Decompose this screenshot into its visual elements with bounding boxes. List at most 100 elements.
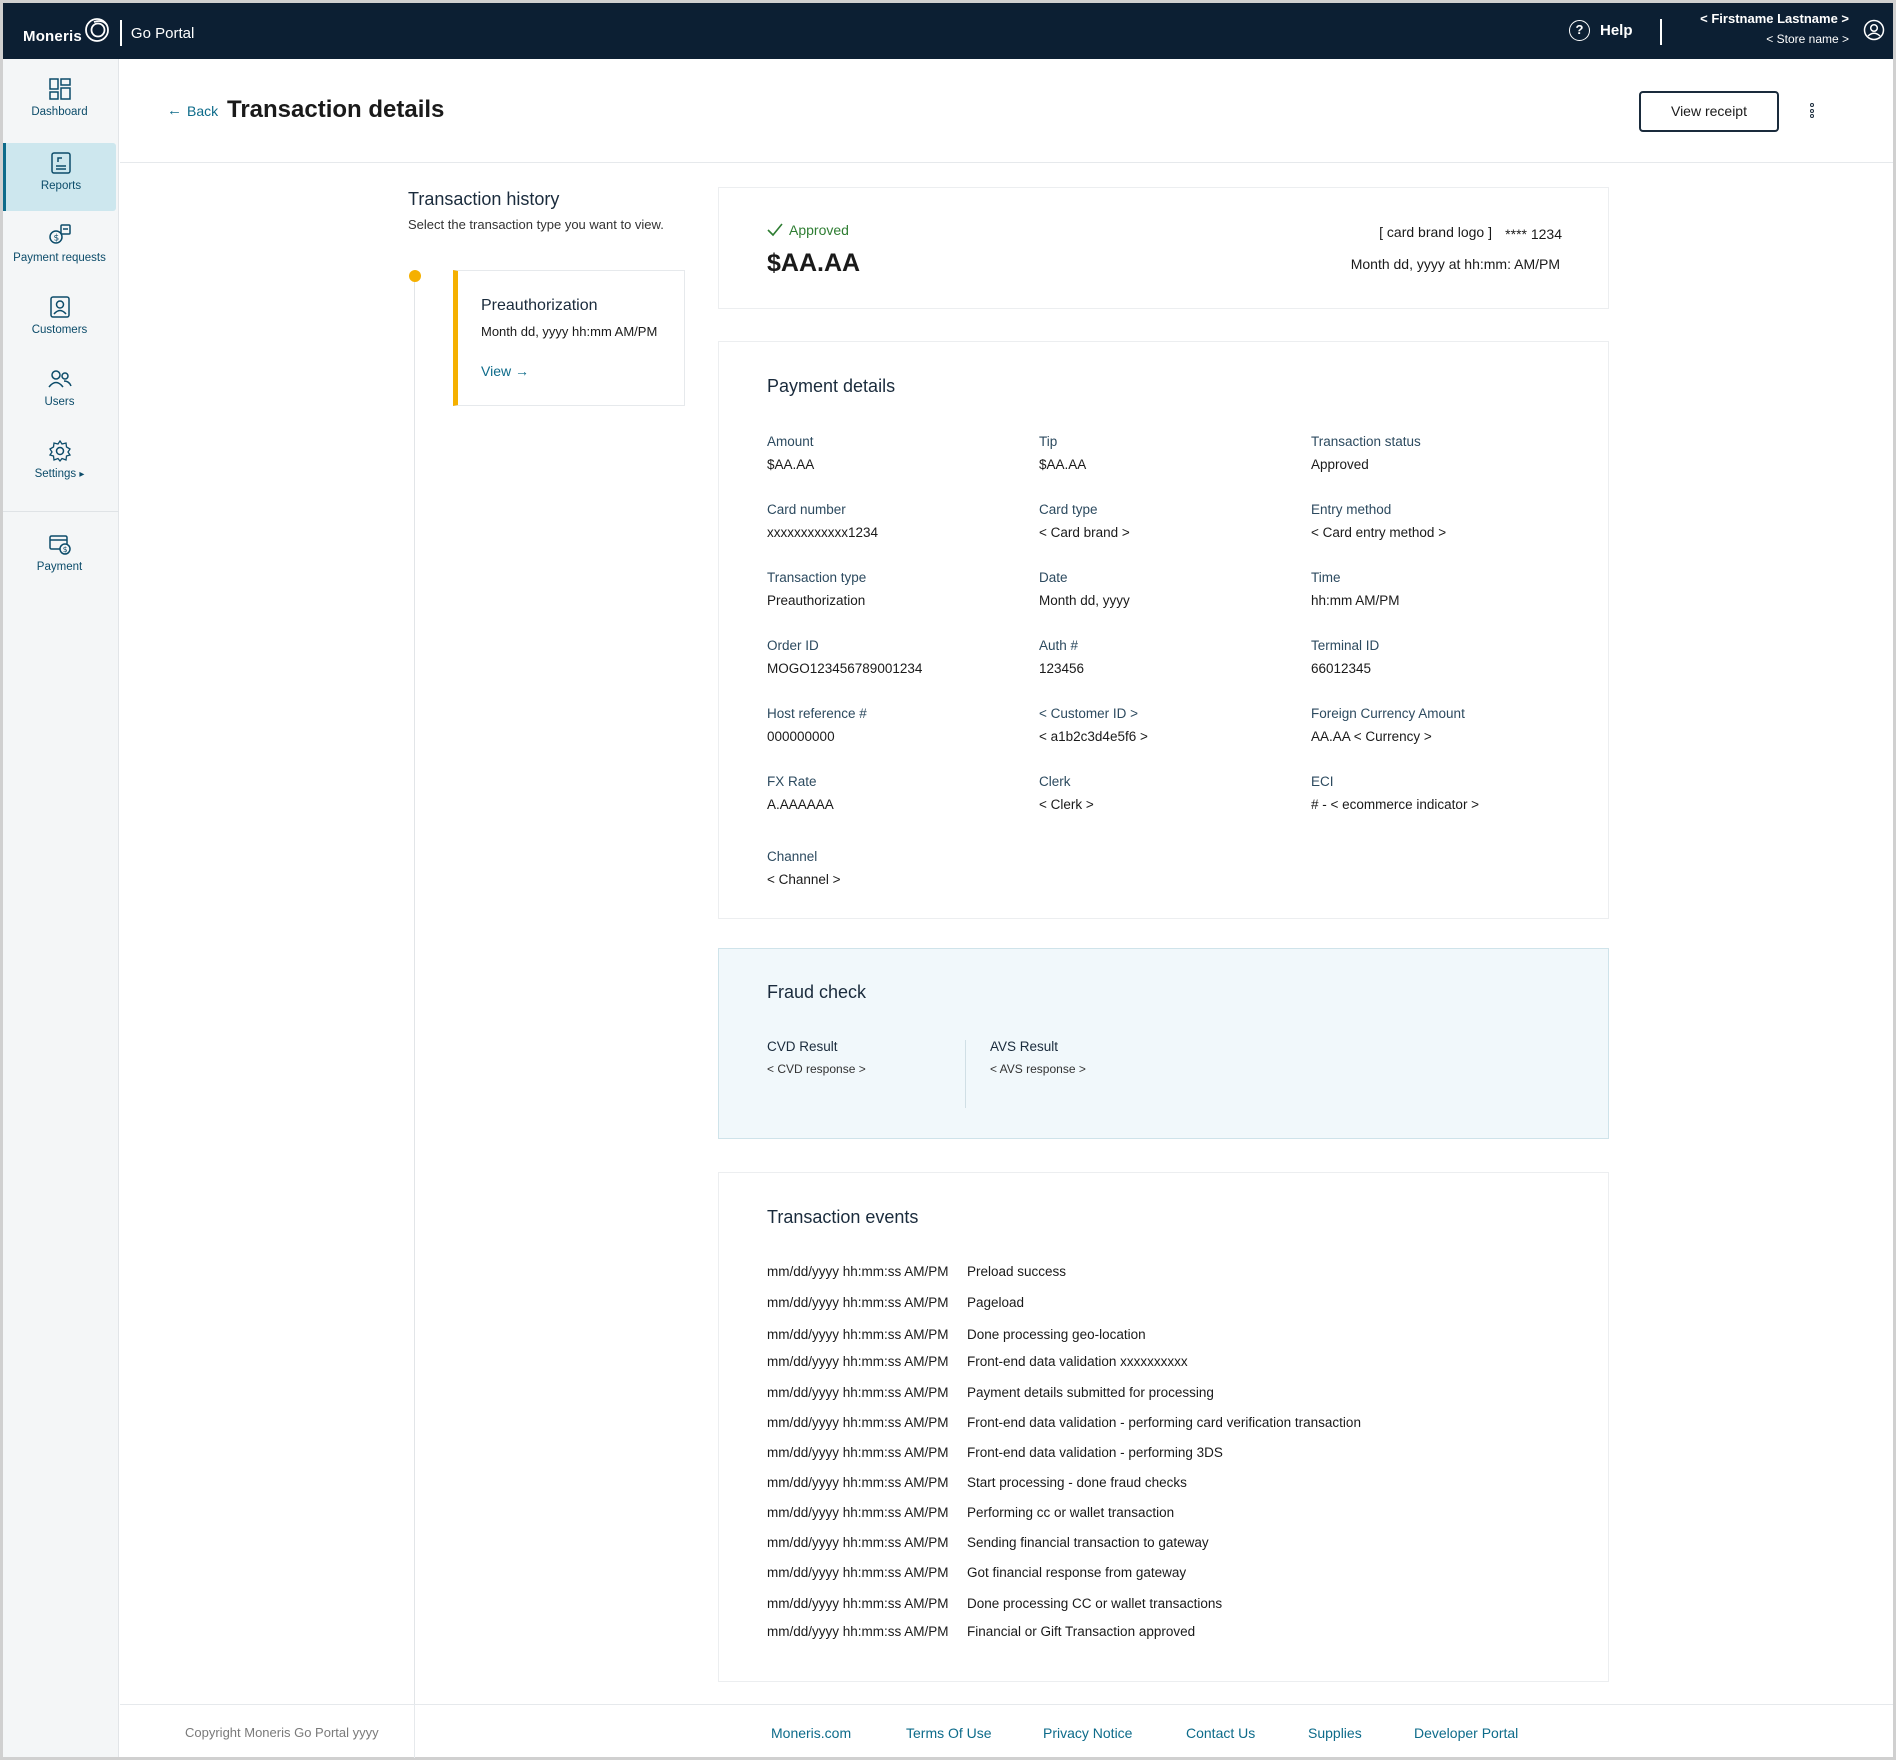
footer-link-terms[interactable]: Terms Of Use bbox=[906, 1725, 992, 1741]
event-row: mm/dd/yyyy hh:mm:ss AM/PM Done processing… bbox=[767, 1327, 1146, 1342]
field-label: Foreign Currency Amount bbox=[1311, 706, 1465, 721]
arrow-left-icon: ← bbox=[167, 102, 182, 119]
event-description: Start processing - done fraud checks bbox=[967, 1475, 1187, 1490]
view-receipt-button[interactable]: View receipt bbox=[1639, 91, 1779, 132]
transaction-summary-card: Approved $AA.AA [ card brand logo ] ****… bbox=[718, 187, 1609, 309]
sidebar-item-settings[interactable]: Settings ▸ bbox=[3, 431, 116, 499]
checkmark-icon bbox=[767, 223, 783, 237]
user-account-icon[interactable] bbox=[1863, 19, 1885, 46]
cvd-result: CVD Result < CVD response > bbox=[767, 1039, 1007, 1076]
footer-link-supplies[interactable]: Supplies bbox=[1308, 1725, 1362, 1741]
brand[interactable]: Moneris Go Portal bbox=[23, 17, 194, 48]
field-label: Auth # bbox=[1039, 638, 1079, 653]
sidebar-item-customers[interactable]: Customers bbox=[3, 287, 116, 355]
field-value: hh:mm AM/PM bbox=[1311, 593, 1400, 608]
payment-field: Tip $AA.AA bbox=[1039, 434, 1279, 472]
event-row: mm/dd/yyyy hh:mm:ss AM/PM Pageload bbox=[767, 1295, 1024, 1310]
account-menu[interactable]: < Firstname Lastname > < Store name > bbox=[1700, 11, 1849, 46]
event-description: Done processing geo-location bbox=[967, 1327, 1146, 1342]
sidebar-item-label: Payment requests bbox=[13, 252, 106, 264]
sidebar-divider bbox=[3, 511, 119, 512]
user-name: < Firstname Lastname > bbox=[1700, 11, 1849, 26]
field-label: AVS Result bbox=[990, 1039, 1059, 1054]
field-label: Amount bbox=[767, 434, 814, 449]
event-description: Front-end data validation - performing 3… bbox=[967, 1445, 1223, 1460]
event-description: Front-end data validation - performing c… bbox=[967, 1415, 1361, 1430]
help-button[interactable]: ? Help bbox=[1569, 20, 1633, 41]
sidebar-item-dashboard[interactable]: Dashboard bbox=[3, 69, 116, 137]
users-icon bbox=[47, 370, 72, 388]
fraud-divider bbox=[965, 1040, 966, 1108]
event-row: mm/dd/yyyy hh:mm:ss AM/PM Done processing… bbox=[767, 1596, 1222, 1611]
event-timestamp: mm/dd/yyyy hh:mm:ss AM/PM bbox=[767, 1264, 949, 1279]
payment-details-title: Payment details bbox=[767, 376, 896, 396]
field-label: Terminal ID bbox=[1311, 638, 1380, 653]
topbar-divider bbox=[1660, 19, 1662, 45]
payment-field: < Customer ID > < a1b2c3d4e5f6 > bbox=[1039, 706, 1279, 744]
back-link[interactable]: ← Back bbox=[167, 102, 218, 119]
history-card-preauthorization[interactable]: Preauthorization Month dd, yyyy hh:mm AM… bbox=[453, 270, 685, 406]
field-value: Preauthorization bbox=[767, 593, 866, 608]
footer-link-moneris[interactable]: Moneris.com bbox=[771, 1725, 851, 1741]
reports-icon bbox=[51, 152, 71, 174]
payment-field: Foreign Currency Amount AA.AA < Currency … bbox=[1311, 706, 1551, 744]
page-header: ← Back Transaction details View receipt bbox=[120, 59, 1893, 163]
card-brand-logo: [ card brand logo ] bbox=[1379, 224, 1492, 240]
sidebar: Dashboard Reports $ Payment requests Cus… bbox=[3, 59, 119, 1757]
payment-field: Terminal ID 66012345 bbox=[1311, 638, 1551, 676]
field-label: Tip bbox=[1039, 434, 1058, 449]
event-row: mm/dd/yyyy hh:mm:ss AM/PM Front-end data … bbox=[767, 1354, 1188, 1369]
top-bar: Moneris Go Portal ? Help < Firstname Las… bbox=[3, 3, 1893, 59]
payment-field: Amount $AA.AA bbox=[767, 434, 1007, 472]
field-label: Host reference # bbox=[767, 706, 867, 721]
sidebar-item-payment[interactable]: $ Payment bbox=[3, 524, 116, 592]
event-timestamp: mm/dd/yyyy hh:mm:ss AM/PM bbox=[767, 1624, 949, 1639]
payment-field: ECI # - < ecommerce indicator > bbox=[1311, 774, 1551, 812]
footer-link-privacy[interactable]: Privacy Notice bbox=[1043, 1725, 1132, 1741]
event-timestamp: mm/dd/yyyy hh:mm:ss AM/PM bbox=[767, 1354, 949, 1369]
history-subtitle: Select the transaction type you want to … bbox=[408, 217, 664, 232]
payment-field: Order ID MOGO123456789001234 bbox=[767, 638, 1007, 676]
status-label: Approved bbox=[789, 222, 849, 238]
brand-logo-text: Moneris bbox=[23, 28, 82, 45]
sidebar-item-payment-requests[interactable]: $ Payment requests bbox=[3, 215, 116, 283]
history-title: Transaction history bbox=[408, 189, 560, 209]
event-timestamp: mm/dd/yyyy hh:mm:ss AM/PM bbox=[767, 1385, 949, 1400]
event-row: mm/dd/yyyy hh:mm:ss AM/PM Preload success bbox=[767, 1264, 1066, 1279]
event-row: mm/dd/yyyy hh:mm:ss AM/PM Front-end data … bbox=[767, 1415, 1361, 1430]
fraud-check-card: Fraud check CVD Result < CVD response > … bbox=[718, 948, 1609, 1139]
field-label: Date bbox=[1039, 570, 1068, 585]
field-label: Transaction type bbox=[767, 570, 867, 585]
page-title: Transaction details bbox=[227, 96, 445, 123]
event-timestamp: mm/dd/yyyy hh:mm:ss AM/PM bbox=[767, 1475, 949, 1490]
event-description: Got financial response from gateway bbox=[967, 1565, 1187, 1580]
sidebar-item-label: Users bbox=[44, 396, 75, 408]
footer-link-developer[interactable]: Developer Portal bbox=[1414, 1725, 1518, 1741]
store-name: < Store name > bbox=[1766, 32, 1849, 46]
arrow-right-icon: → bbox=[514, 363, 529, 379]
field-label: CVD Result bbox=[767, 1039, 838, 1054]
footer-link-contact[interactable]: Contact Us bbox=[1186, 1725, 1255, 1741]
sidebar-item-users[interactable]: Users bbox=[3, 359, 116, 427]
field-label: ECI bbox=[1311, 774, 1334, 789]
sidebar-item-label: Customers bbox=[31, 324, 88, 336]
event-timestamp: mm/dd/yyyy hh:mm:ss AM/PM bbox=[767, 1596, 949, 1611]
payment-field: Card type < Card brand > bbox=[1039, 502, 1279, 540]
event-description: Preload success bbox=[967, 1264, 1067, 1279]
more-options-icon[interactable] bbox=[1806, 102, 1818, 122]
svg-text:$: $ bbox=[62, 545, 67, 554]
event-timestamp: mm/dd/yyyy hh:mm:ss AM/PM bbox=[767, 1295, 949, 1310]
event-description: Front-end data validation xxxxxxxxxx bbox=[967, 1354, 1188, 1369]
help-icon: ? bbox=[1569, 20, 1590, 41]
event-row: mm/dd/yyyy hh:mm:ss AM/PM Performing cc o… bbox=[767, 1505, 1174, 1520]
chevron-right-icon: ▸ bbox=[79, 469, 85, 480]
svg-text:$: $ bbox=[53, 234, 59, 244]
back-label: Back bbox=[187, 102, 219, 119]
event-timestamp: mm/dd/yyyy hh:mm:ss AM/PM bbox=[767, 1415, 949, 1430]
payment-requests-icon: $ bbox=[48, 224, 71, 244]
avs-result: AVS Result < AVS response > bbox=[990, 1039, 1230, 1076]
sidebar-item-reports[interactable]: Reports bbox=[3, 143, 116, 211]
history-card-view-link[interactable]: View → bbox=[481, 363, 529, 379]
payment-field: Time hh:mm AM/PM bbox=[1311, 570, 1551, 608]
payment-icon: $ bbox=[48, 535, 71, 555]
